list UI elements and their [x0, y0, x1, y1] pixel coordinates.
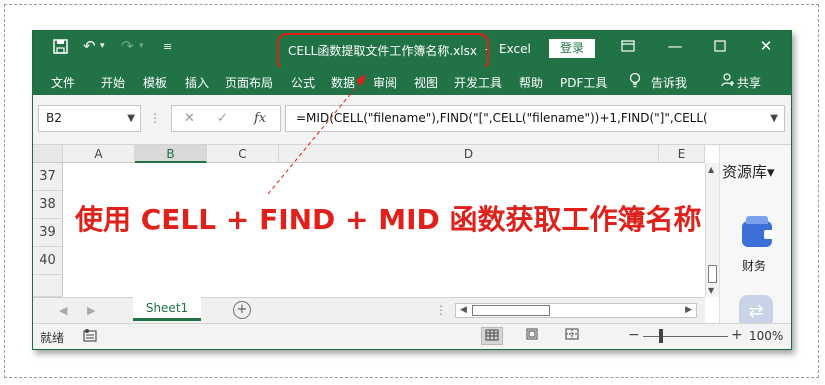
column-header[interactable]: E [659, 145, 705, 163]
annotation-caption: 使用 CELL + FIND + MID 函数获取工作簿名称 [75, 203, 702, 236]
tab-page-layout[interactable]: 页面布局 [225, 74, 273, 91]
zoom-slider[interactable] [643, 336, 728, 337]
column-header[interactable]: A [63, 145, 135, 163]
add-sheet-icon[interactable]: + [233, 301, 251, 319]
name-box-value: B2 [46, 111, 62, 125]
worksheet-grid[interactable]: A B C D E 37 38 39 40 使用 CELL + FIND + M… [33, 145, 705, 297]
resource-library-title[interactable]: 资源库▾ [722, 161, 775, 182]
select-all-corner[interactable] [33, 145, 63, 163]
next-sheet-icon[interactable]: ▶ [87, 304, 95, 317]
lightbulb-icon [629, 72, 641, 92]
sheet-tab[interactable]: Sheet1 [133, 297, 201, 321]
formula-bar-resize-handle[interactable]: ⋮ [149, 111, 161, 125]
row-header[interactable]: 40 [33, 247, 63, 275]
sheet-tabs-bar: ◀ ▶ Sheet1 + ⋮ ◀ ▶ [33, 297, 705, 323]
normal-view-icon[interactable] [481, 327, 503, 345]
tab-insert[interactable]: 插入 [185, 74, 209, 91]
share-button[interactable]: 共享 [737, 74, 761, 91]
tab-pdf-tools[interactable]: PDF工具 [560, 74, 607, 91]
tab-developer[interactable]: 开发工具 [454, 74, 502, 91]
vertical-scrollbar[interactable]: ▲ ▼ [705, 163, 719, 297]
tell-me-box[interactable]: 告诉我 [651, 74, 687, 91]
formula-input[interactable]: =MID(CELL("filename"),FIND("[",CELL("fil… [285, 105, 785, 132]
tab-templates[interactable]: 模板 [143, 74, 167, 91]
horizontal-scroll-thumb[interactable] [472, 305, 550, 316]
excel-window: ↶ ▾ ↷ ▾ ≡ CELL函数提取文件工作簿名称.xlsx - Excel 登… [32, 30, 792, 350]
prev-sheet-icon[interactable]: ◀ [59, 304, 67, 317]
column-header[interactable]: D [279, 145, 659, 163]
maximize-icon[interactable] [705, 38, 735, 56]
tab-review[interactable]: 审阅 [373, 74, 397, 91]
resource-side-panel: 资源库▾ 财务 ⇄ [719, 145, 791, 345]
formula-buttons: ✕ ✓ fx [171, 105, 281, 132]
tab-help[interactable]: 帮助 [519, 74, 543, 91]
redo-dropdown-icon: ▾ [139, 41, 144, 51]
column-header[interactable]: C [207, 145, 279, 163]
name-box[interactable]: B2 ▼ [38, 105, 141, 132]
row-header[interactable]: 39 [33, 219, 63, 247]
undo-icon[interactable]: ↶ [83, 37, 96, 55]
vertical-scroll-thumb[interactable] [708, 265, 717, 283]
ribbon-display-icon[interactable] [613, 38, 643, 56]
chevron-down-icon[interactable]: ▼ [127, 106, 135, 131]
scroll-down-icon[interactable]: ▼ [708, 286, 714, 295]
wallet-icon[interactable] [742, 216, 774, 247]
function-icon[interactable]: fx [254, 111, 266, 126]
finance-label[interactable]: 财务 [742, 257, 766, 274]
close-icon[interactable]: ✕ [751, 37, 781, 55]
zoom-slider-thumb[interactable] [659, 329, 663, 343]
app-name: Excel [499, 42, 531, 56]
expand-formula-icon[interactable]: ▼ [766, 106, 778, 131]
scroll-right-icon[interactable]: ▶ [685, 305, 692, 315]
tab-split-handle[interactable]: ⋮ [435, 303, 447, 317]
row-header[interactable]: 38 [33, 191, 63, 219]
column-header[interactable]: B [135, 145, 207, 163]
row-header[interactable]: 37 [33, 163, 63, 191]
title-highlight-box [277, 33, 489, 71]
page-layout-icon[interactable] [521, 327, 543, 345]
horizontal-scrollbar[interactable]: ◀ ▶ [455, 303, 697, 318]
tab-file[interactable]: 文件 [51, 74, 75, 91]
tab-view[interactable]: 视图 [414, 74, 438, 91]
customize-qat-icon[interactable]: ≡ [163, 40, 172, 53]
redo-icon: ↷ [121, 37, 134, 55]
zoom-in-button[interactable]: + [731, 327, 743, 343]
zoom-level[interactable]: 100% [749, 329, 783, 343]
undo-dropdown-icon[interactable]: ▾ [100, 41, 105, 51]
formula-bar-area: B2 ▼ ⋮ ✕ ✓ fx =MID(CELL("filename"),FIND… [33, 95, 791, 145]
minimize-icon[interactable]: — [660, 37, 690, 55]
formula-text: =MID(CELL("filename"),FIND("[",CELL("fil… [296, 111, 708, 125]
status-bar: 就绪 − + 100% [33, 323, 791, 349]
enter-icon[interactable]: ✓ [217, 111, 228, 126]
row-header-partial[interactable] [33, 275, 63, 297]
tab-data[interactable]: 数据 [331, 74, 355, 91]
macro-record-icon[interactable] [83, 328, 97, 346]
ribbon-tabs: 文件 开始 模板 插入 页面布局 公式 数据 审阅 视图 开发工具 帮助 PDF… [33, 67, 791, 95]
tab-home[interactable]: 开始 [101, 74, 125, 91]
zoom-out-button[interactable]: − [628, 327, 640, 343]
scroll-up-icon[interactable]: ▲ [708, 165, 714, 174]
status-ready: 就绪 [40, 331, 65, 345]
cancel-icon[interactable]: ✕ [184, 111, 195, 126]
save-icon[interactable] [53, 39, 68, 58]
share-person-icon[interactable] [721, 73, 735, 90]
tab-formulas[interactable]: 公式 [291, 74, 315, 91]
scroll-left-icon[interactable]: ◀ [460, 305, 467, 315]
page-break-icon[interactable] [561, 327, 583, 345]
login-button[interactable]: 登录 [549, 39, 595, 58]
